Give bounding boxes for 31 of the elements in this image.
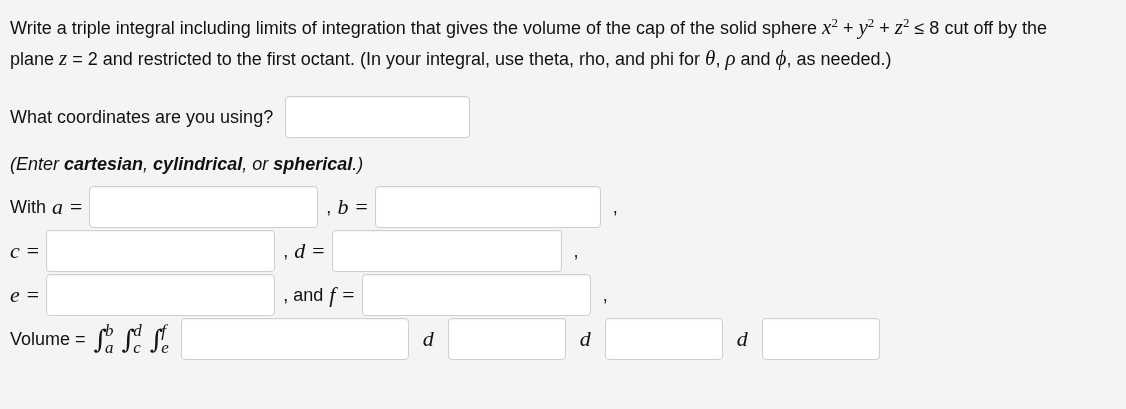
limit-input[interactable] (46, 274, 276, 316)
limit-input[interactable] (374, 186, 601, 228)
variable-label: e = (10, 282, 41, 308)
limit-input[interactable] (361, 274, 591, 316)
label-text: , (326, 196, 332, 218)
variable-input[interactable] (447, 318, 566, 360)
differential-text: d (422, 326, 434, 352)
integrand-input[interactable] (180, 318, 409, 360)
problem-text: Write a triple integral including limits of integration that gives the volume of the cap of the solid sphere x$^{2}$ + y$^{2}$ + z$^{2}$ ≤ 8 cut off by the plane z = 2 and restricted to the first octant. (In your integral, use theta, rho, and phi for θ, ρ and ϕ, as needed.) (10, 14, 1049, 72)
comma-text: , (602, 284, 608, 306)
limit-input[interactable] (331, 230, 562, 272)
variable-label: b = (337, 194, 369, 220)
label-text: , and (283, 284, 324, 306)
limit-input[interactable] (89, 186, 319, 228)
variable-label: a = (52, 194, 84, 220)
differential-text: d (579, 326, 591, 352)
limit-input[interactable] (46, 230, 276, 272)
hint-text: (Enter cartesian, cylindrical, or spherical.) (10, 153, 365, 176)
variable-label: d = (294, 238, 326, 264)
volume-label: Volume = (10, 328, 86, 350)
variable-label: f = (329, 282, 356, 308)
question-text: What coordinates are you using? (10, 106, 274, 128)
variable-label: c = (10, 238, 41, 264)
differential-text: d (736, 326, 748, 352)
label-text: With (10, 196, 46, 218)
variable-input[interactable] (761, 318, 880, 360)
comma-text: , (612, 196, 618, 218)
coordinates-input[interactable] (285, 96, 471, 138)
comma-text: , (573, 240, 579, 262)
label-text: , (283, 240, 289, 262)
variable-input[interactable] (604, 318, 723, 360)
